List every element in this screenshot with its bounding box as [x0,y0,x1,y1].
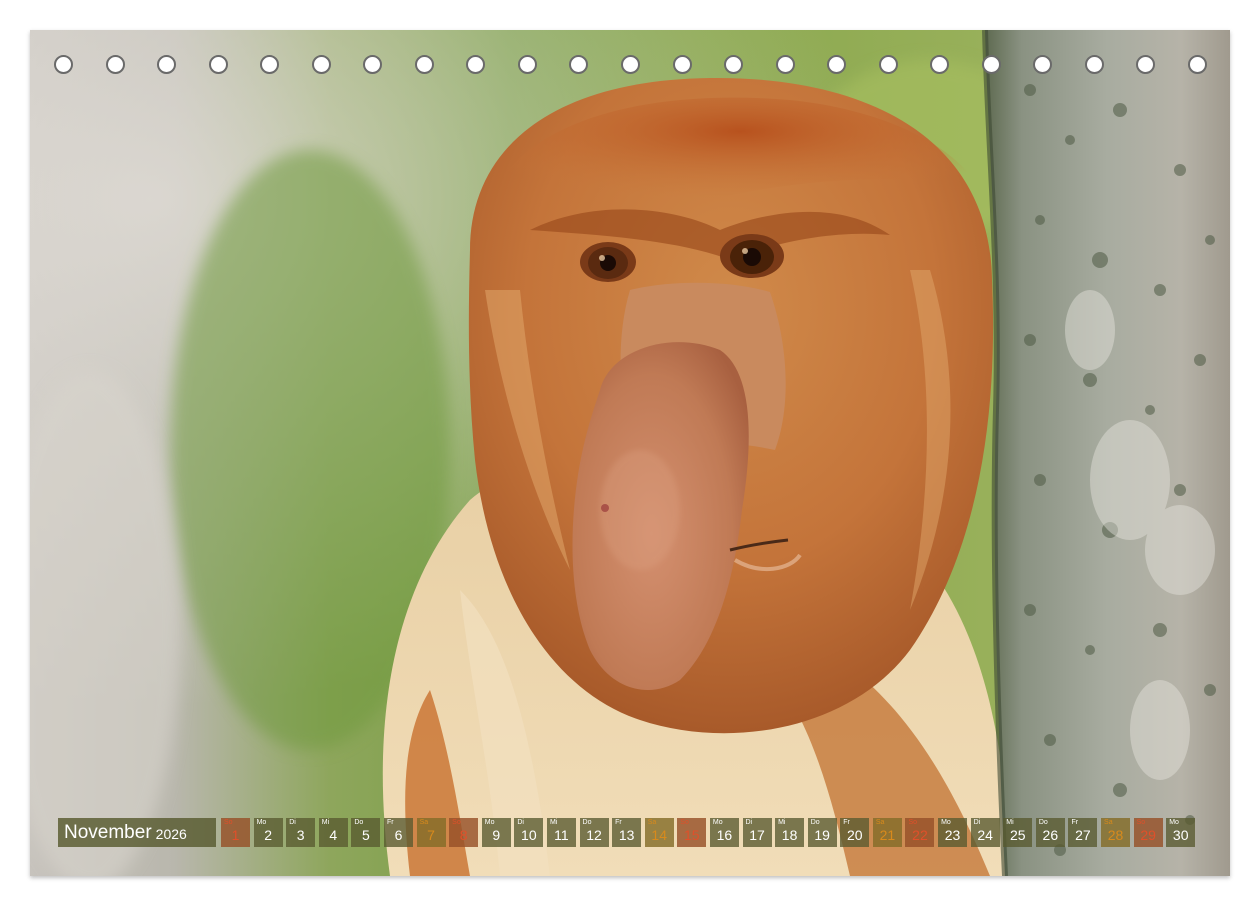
day-number: 30 [1172,827,1189,843]
day-number: 18 [781,827,798,843]
day-cell: Do 19 [807,818,837,847]
day-cell: So 15 [677,818,707,847]
day-weekday-label: So [680,819,689,826]
day-number: 17 [749,827,765,843]
day-cell: Sa 14 [644,818,674,847]
day-cell: Fr 27 [1068,818,1098,847]
day-weekday-label: Do [582,819,592,826]
day-number: 15 [684,827,700,843]
day-number: 4 [329,827,338,843]
day-weekday-label: Di [517,819,524,826]
day-weekday-label: Mo [256,819,267,826]
day-cell: Mo 30 [1166,818,1196,847]
day-number: 23 [944,827,961,843]
day-number: 24 [977,827,993,843]
day-weekday-label: Fr [386,819,394,826]
day-cell: Do 26 [1035,818,1065,847]
day-weekday-label: Mi [321,819,330,826]
day-cell: So 1 [221,818,250,847]
day-cell: Di 10 [514,818,544,847]
day-number: 7 [427,827,435,843]
day-cell: Mi 18 [775,818,805,847]
day-weekday-label: Do [1038,819,1048,826]
day-number: 8 [459,827,468,843]
day-number: 11 [554,827,569,843]
day-number: 10 [521,827,537,843]
day-weekday-label: Sa [647,819,657,826]
month-name: November [64,821,152,843]
day-weekday-label: Mo [1169,819,1179,826]
day-number: 1 [231,827,240,843]
day-weekday-label: Sa [419,819,429,826]
day-cell: Mo 9 [481,818,511,847]
day-number: 9 [492,827,501,843]
day-number: 16 [716,827,733,843]
day-weekday-label: Fr [615,819,622,826]
day-cell: Do 12 [579,818,609,847]
day-cell: Mi 4 [318,818,348,847]
day-number: 26 [1042,827,1059,843]
day-cell: Sa 7 [416,818,446,847]
day-cell: So 29 [1133,818,1163,847]
day-weekday-label: Sa [875,819,885,826]
day-number: 13 [618,827,635,843]
day-weekday-label: Sa [1104,819,1113,826]
day-cell: Sa 21 [872,818,902,847]
day-number: 12 [586,827,602,843]
day-cell: Di 17 [742,818,772,847]
day-cell: Mo 2 [253,818,283,847]
day-number: 6 [394,827,403,843]
day-weekday-label: Di [289,819,296,826]
day-weekday-label: So [452,819,461,826]
day-cell: Do 5 [351,818,381,847]
day-cell: Mo 16 [709,818,739,847]
day-weekday-label: Do [810,819,820,826]
day-number: 20 [846,827,863,843]
day-cell: Fr 6 [383,818,413,847]
day-weekday-label: Di [973,819,981,826]
day-cell: Mi 11 [546,818,576,847]
day-weekday-label: Mo [941,819,951,826]
day-cell: Mo 23 [938,818,968,847]
day-cells: So 1 Mo 2 Di 3 Mi 4 Do 5 Fr 6 Sa 7 So 8 Mo 9 Di 10 Mi 11 Do 12 F… [221,818,1199,847]
photo-proboscis-monkey [30,30,1230,876]
day-number: 19 [814,827,830,843]
day-cell: Di 24 [970,818,1000,847]
day-cell: Di 3 [286,818,316,847]
day-number: 27 [1075,827,1091,843]
day-cell: Fr 20 [840,818,870,847]
month-label: November 2026 [58,818,216,847]
day-weekday-label: Do [354,819,364,826]
day-weekday-label: So [908,819,918,826]
day-number: 14 [651,827,667,843]
month-year: 2026 [155,826,187,842]
day-weekday-label: Mi [778,819,786,826]
day-number: 22 [912,827,928,843]
day-weekday-label: Mi [1006,819,1014,826]
day-weekday-label: Di [745,819,753,826]
day-weekday-label: So [224,819,233,826]
day-cell: Mi 25 [1003,818,1033,847]
day-weekday-label: Fr [843,819,850,826]
day-weekday-label: So [1136,819,1146,826]
day-number: 29 [1140,827,1156,843]
day-weekday-label: Mo [484,819,495,826]
day-number: 5 [361,827,370,843]
day-number: 25 [1009,827,1026,843]
day-cell: So 22 [905,818,935,847]
day-number: 21 [879,827,896,843]
day-cell: So 8 [449,818,479,847]
day-weekday-label: Fr [1071,819,1079,826]
month-calendar-bar: November 2026 So 1 Mo 2 Di 3 Mi 4 Do 5 Fr 6 Sa 7 So 8 Mo… [58,818,1199,847]
day-number: 28 [1107,827,1124,843]
day-number: 2 [264,827,272,843]
day-cell: Fr 13 [612,818,642,847]
day-weekday-label: Mo [712,819,723,826]
day-weekday-label: Mi [549,819,558,826]
day-number: 3 [296,827,305,843]
day-cell: Sa 28 [1101,818,1131,847]
